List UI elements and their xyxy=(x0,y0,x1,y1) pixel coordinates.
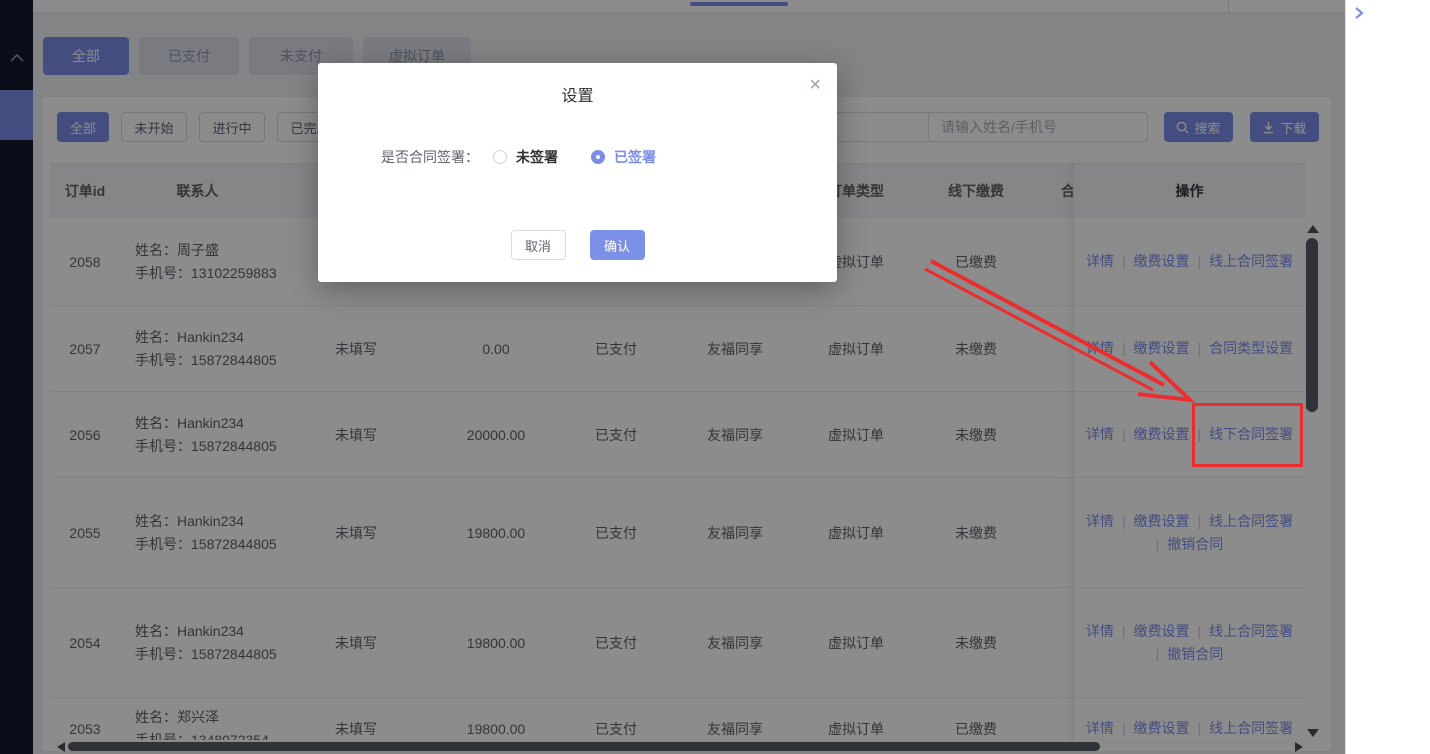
confirm-button[interactable]: 确认 xyxy=(590,230,645,260)
radio-circle-icon xyxy=(493,150,507,164)
annotation-highlight-box xyxy=(1192,403,1303,467)
settings-dialog: 设置 × 是否合同签署： 未签署 已签署 取消 确认 xyxy=(318,63,837,282)
app-root: 全部 已支付 未支付 虚拟订单 全部 未开始 进行中 已完成 搜索 下载 订 xyxy=(0,0,1430,754)
radio-circle-icon xyxy=(591,150,605,164)
radio-signed-label: 已签署 xyxy=(614,147,656,167)
radio-signed[interactable]: 已签署 xyxy=(591,147,656,167)
right-side-panel xyxy=(1345,0,1430,754)
radio-unsigned-label: 未签署 xyxy=(516,147,558,167)
field-label: 是否合同签署： xyxy=(381,147,479,167)
contract-sign-field: 是否合同签署： 未签署 已签署 xyxy=(381,147,656,167)
chevron-right-icon xyxy=(1354,7,1364,19)
radio-unsigned[interactable]: 未签署 xyxy=(493,147,558,167)
cancel-button[interactable]: 取消 xyxy=(511,230,566,260)
panel-expand-button[interactable] xyxy=(1354,6,1364,24)
dialog-footer: 取消 确认 xyxy=(318,230,837,260)
close-icon[interactable]: × xyxy=(809,75,821,95)
dialog-title: 设置 xyxy=(318,82,837,106)
